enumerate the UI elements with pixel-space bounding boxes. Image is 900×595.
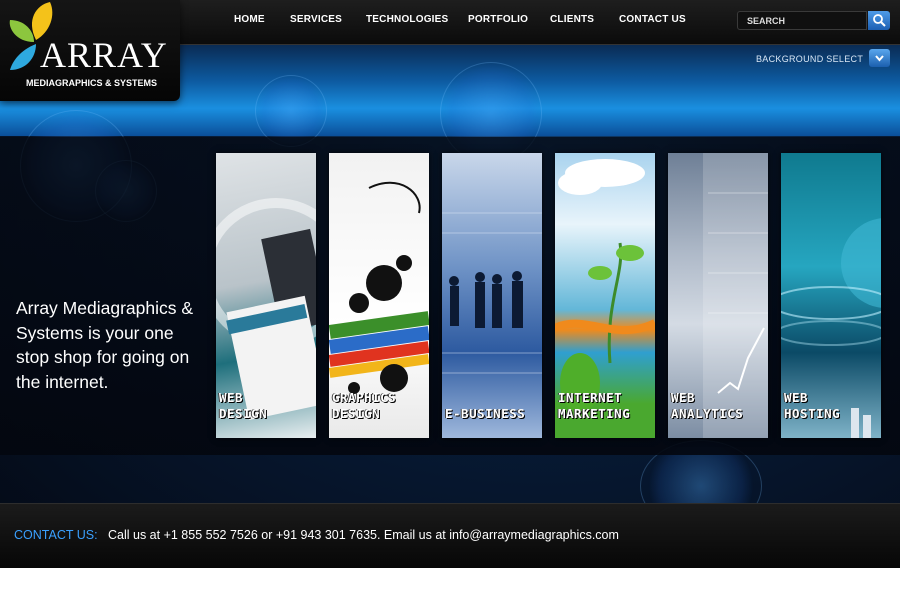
footer-contact-label: CONTACT US: <box>14 528 98 542</box>
service-card-web-analytics[interactable]: WEB ANALYTICS <box>668 153 768 438</box>
background-select-label[interactable]: BACKGROUND SELECT <box>756 54 863 64</box>
site-logo[interactable]: ARRAY MEDIAGRAPHICS & SYSTEMS <box>0 0 180 101</box>
background-select-button[interactable] <box>869 49 890 67</box>
service-card-web-design[interactable]: WEB DESIGN <box>216 153 316 438</box>
hero-tagline: Array Mediagraphics & Systems is your on… <box>16 298 194 392</box>
service-label: INTERNET MARKETING <box>558 390 631 421</box>
service-label: WEB ANALYTICS <box>671 390 744 421</box>
magnifier-icon <box>873 14 886 27</box>
nav-clients[interactable]: CLIENTS <box>550 14 594 25</box>
logo-wordmark: ARRAY <box>40 35 168 75</box>
e-business-artwork <box>442 212 542 374</box>
service-label: WEB DESIGN <box>219 390 268 421</box>
service-card-graphics-design[interactable]: GRAPHICS DESIGN <box>329 153 429 438</box>
search-input[interactable]: SEARCH <box>737 11 867 30</box>
nav-home[interactable]: HOME <box>234 14 265 25</box>
service-label: GRAPHICS DESIGN <box>332 390 397 421</box>
service-label: E-BUSINESS <box>445 406 526 421</box>
service-card-web-hosting[interactable]: WEB HOSTING <box>781 153 881 438</box>
nav-contact-us[interactable]: CONTACT US <box>619 14 686 25</box>
service-card-e-business[interactable]: E-BUSINESS <box>442 153 542 438</box>
nav-services[interactable]: SERVICES <box>290 14 342 25</box>
search-button[interactable] <box>868 11 890 30</box>
nav-technologies[interactable]: TECHNOLOGIES <box>366 14 448 25</box>
footer-contact-text: Call us at +1 855 552 7526 or +91 943 30… <box>108 528 619 542</box>
service-label: WEB HOSTING <box>784 390 841 421</box>
service-card-internet-marketing[interactable]: INTERNET MARKETING <box>555 153 655 438</box>
nav-portfolio[interactable]: PORTFOLIO <box>468 14 528 25</box>
logo-subtitle: MEDIAGRAPHICS & SYSTEMS <box>26 78 158 88</box>
chevron-down-icon <box>875 55 884 62</box>
